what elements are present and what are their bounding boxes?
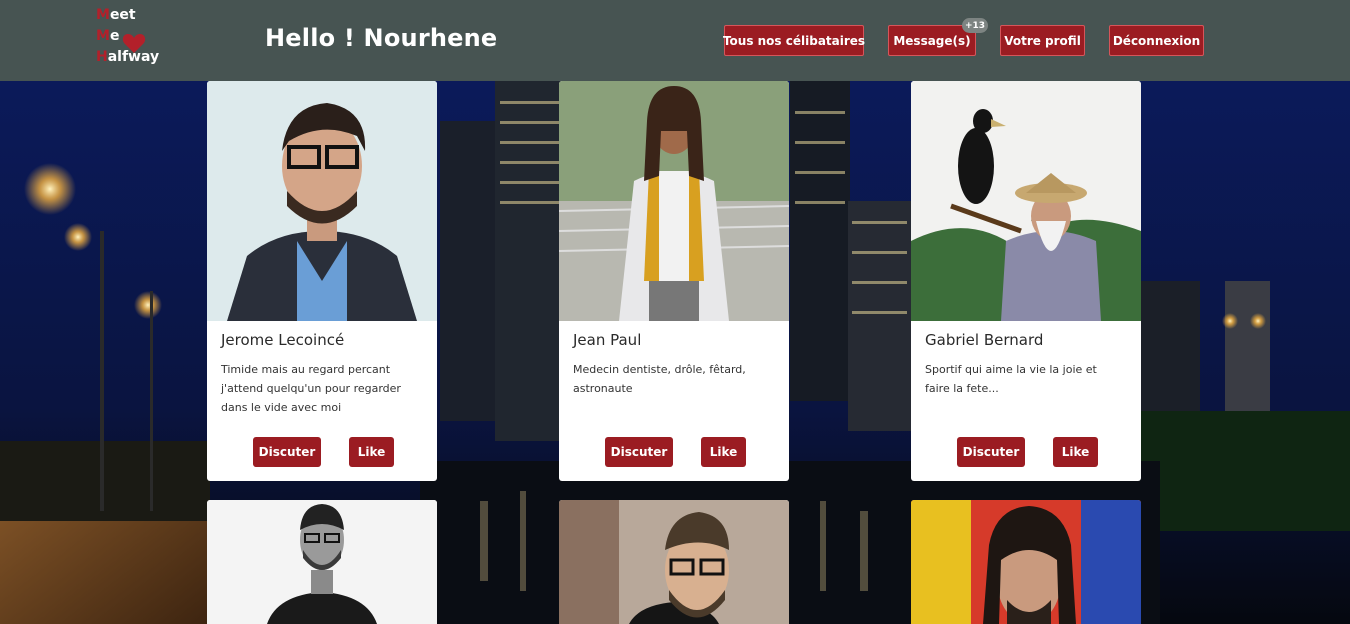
profile-name: Gabriel Bernard [925, 331, 1044, 349]
logo-letter-m1: M [96, 7, 110, 23]
heart-icon [122, 34, 146, 53]
profile-card [207, 500, 437, 624]
all-singles-button[interactable]: Tous nos célibataires [723, 25, 865, 56]
profile-name: Jerome Lecoincé [221, 331, 345, 349]
logout-button[interactable]: Déconnexion [1109, 25, 1204, 56]
profile-button[interactable]: Votre profil [1000, 25, 1085, 56]
profile-card: Jean Paul Medecin dentiste, drôle, fêtar… [559, 81, 789, 481]
profile-card [559, 500, 789, 624]
site-logo[interactable]: Meet Me Halfway [96, 5, 166, 68]
profile-photo[interactable] [911, 81, 1141, 321]
greeting-title: Hello ! Nourhene [265, 24, 498, 52]
logo-word-meet: eet [109, 7, 136, 23]
logo-word-me: e [109, 28, 120, 44]
top-header: Meet Me Halfway Hello ! Nourhene Tous no… [0, 0, 1350, 81]
profile-card [911, 500, 1141, 624]
profile-card: Jerome Lecoincé Timide mais au regard pe… [207, 81, 437, 481]
profile-description: Timide mais au regard percant j'attend q… [221, 363, 401, 414]
profile-description: Sportif qui aime la vie la joie et faire… [925, 363, 1097, 395]
chat-button[interactable]: Discuter [253, 437, 321, 467]
logo-letter-m2: M [96, 28, 110, 44]
profile-photo[interactable] [911, 500, 1141, 624]
chat-button[interactable]: Discuter [605, 437, 673, 467]
like-button[interactable]: Like [1053, 437, 1098, 467]
profile-photo[interactable] [207, 81, 437, 321]
logo-letter-h: H [96, 49, 108, 65]
profile-photo[interactable] [207, 500, 437, 624]
profile-name: Jean Paul [573, 331, 642, 349]
like-button[interactable]: Like [349, 437, 394, 467]
chat-button[interactable]: Discuter [957, 437, 1025, 467]
profile-description: Medecin dentiste, drôle, fêtard, astrona… [573, 363, 746, 395]
like-button[interactable]: Like [701, 437, 746, 467]
profile-card: Gabriel Bernard Sportif qui aime la vie … [911, 81, 1141, 481]
profile-photo[interactable] [559, 81, 789, 321]
messages-count-badge: +13 [962, 18, 988, 33]
profile-photo[interactable] [559, 500, 789, 624]
